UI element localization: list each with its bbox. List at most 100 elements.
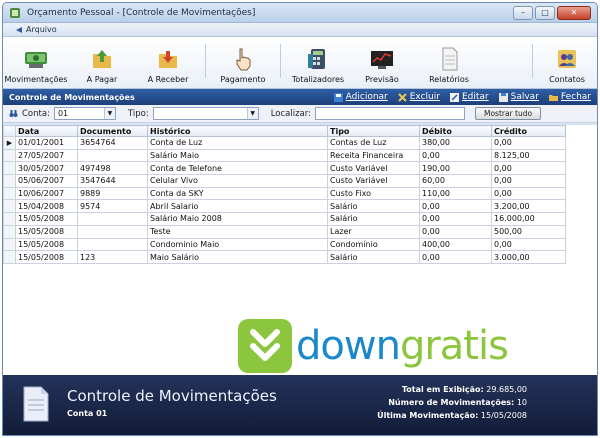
- close-button[interactable]: ✕: [557, 5, 591, 20]
- toolbar-a-pagar-button[interactable]: A Pagar: [69, 37, 135, 84]
- menu-arquivo[interactable]: Arquivo: [11, 25, 61, 34]
- col-tipo-header[interactable]: Tipo: [327, 125, 420, 137]
- table-cell[interactable]: 9574: [77, 199, 148, 214]
- table-cell[interactable]: 15/05/2008: [15, 237, 78, 252]
- col-documento-header[interactable]: Documento: [77, 125, 148, 137]
- table-row[interactable]: 15/05/2008 Teste Lazer 0,00 500,00: [3, 224, 566, 239]
- conta-select[interactable]: 01 ▼: [53, 107, 116, 120]
- table-cell[interactable]: Contas de Luz: [327, 136, 420, 150]
- table-cell[interactable]: 30/05/2007: [15, 161, 78, 176]
- table-cell[interactable]: 0,00: [491, 161, 566, 176]
- table-cell[interactable]: 380,00: [419, 136, 492, 150]
- title-bar[interactable]: Orçamento Pessoal - [Controle de Movimen…: [3, 3, 597, 23]
- table-row[interactable]: 15/05/2008 Condominio Maio Condomínio 400,0…: [3, 237, 566, 252]
- table-cell[interactable]: 15/04/2008: [15, 199, 78, 214]
- tipo-select[interactable]: ▼: [152, 107, 259, 120]
- table-cell[interactable]: 497498: [77, 161, 148, 176]
- row-selector[interactable]: ▶: [3, 136, 16, 150]
- table-cell[interactable]: 15/05/2008: [15, 250, 78, 264]
- table-cell[interactable]: Salário: [327, 212, 420, 226]
- table-cell[interactable]: Conta de Telefone: [147, 161, 328, 176]
- table-cell[interactable]: 16.000,00: [491, 212, 566, 226]
- toolbar-pagamento-button[interactable]: Pagamento: [210, 37, 276, 84]
- row-selector[interactable]: [3, 148, 16, 163]
- add-button[interactable]: Adicionar: [333, 92, 388, 102]
- table-cell[interactable]: [77, 148, 148, 163]
- table-cell[interactable]: 400,00: [419, 237, 492, 252]
- table-cell[interactable]: [77, 237, 148, 252]
- table-cell[interactable]: 0,00: [419, 224, 492, 239]
- table-cell[interactable]: Custo Fixo: [327, 186, 420, 201]
- table-cell[interactable]: 500,00: [491, 224, 566, 239]
- table-cell[interactable]: Abril Salario: [147, 199, 328, 214]
- show-all-button[interactable]: Mostrar tudo: [474, 107, 542, 120]
- table-row[interactable]: 05/06/2007 3547644 Celular Vivo Custo Variá…: [3, 174, 566, 188]
- table-cell[interactable]: Salário Maio: [147, 148, 328, 163]
- table-row[interactable]: 27/05/2007 Salário Maio Receita Financeira…: [3, 148, 566, 163]
- table-cell[interactable]: Custo Variável: [327, 161, 420, 176]
- row-selector[interactable]: [3, 250, 16, 264]
- table-cell[interactable]: Salário: [327, 250, 420, 264]
- table-cell[interactable]: Lazer: [327, 224, 420, 239]
- table-cell[interactable]: 8.125,00: [491, 148, 566, 163]
- table-cell[interactable]: 05/06/2007: [15, 174, 78, 188]
- table-cell[interactable]: [77, 212, 148, 226]
- table-cell[interactable]: Maio Salário: [147, 250, 328, 264]
- table-cell[interactable]: 3547644: [77, 174, 148, 188]
- table-cell[interactable]: 9889: [77, 186, 148, 201]
- table-cell[interactable]: Salário Maio 2008: [147, 212, 328, 226]
- table-cell[interactable]: Condominio Maio: [147, 237, 328, 252]
- col-data-header[interactable]: Data: [15, 125, 78, 137]
- table-cell[interactable]: 27/05/2007: [15, 148, 78, 163]
- table-row[interactable]: 15/05/2008 123 Maio Salário Salário 0,00 3.00…: [3, 250, 566, 264]
- toolbar-totalizadores-button[interactable]: Totalizadores: [285, 37, 351, 84]
- table-row[interactable]: 15/04/2008 9574 Abril Salario Salário 0,00 3.…: [3, 199, 566, 214]
- table-row[interactable]: 30/05/2007 497498 Conta de Telefone Custo V…: [3, 161, 566, 176]
- table-cell[interactable]: 0,00: [491, 174, 566, 188]
- row-selector[interactable]: [3, 174, 16, 188]
- table-cell[interactable]: Conta de Luz: [147, 136, 328, 150]
- table-cell[interactable]: 0,00: [419, 148, 492, 163]
- table-cell[interactable]: [77, 224, 148, 239]
- table-cell[interactable]: Custo Variável: [327, 174, 420, 188]
- table-cell[interactable]: Salário: [327, 199, 420, 214]
- table-cell[interactable]: 10/06/2007: [15, 186, 78, 201]
- table-cell[interactable]: 110,00: [419, 186, 492, 201]
- table-cell[interactable]: 0,00: [419, 212, 492, 226]
- row-selector[interactable]: [3, 212, 16, 226]
- table-cell[interactable]: 0,00: [491, 186, 566, 201]
- table-cell[interactable]: Condomínio: [327, 237, 420, 252]
- save-button[interactable]: Salvar: [498, 92, 539, 102]
- table-cell[interactable]: 123: [77, 250, 148, 264]
- col-credito-header[interactable]: Crédito: [491, 125, 566, 137]
- table-row[interactable]: 10/06/2007 9889 Conta da SKY Custo Fixo 110,…: [3, 186, 566, 201]
- row-selector[interactable]: [3, 199, 16, 214]
- close-section-button[interactable]: Fechar: [548, 92, 591, 102]
- toolbar-movimentacoes-button[interactable]: Movimentações: [3, 37, 69, 84]
- table-cell[interactable]: Conta da SKY: [147, 186, 328, 201]
- table-cell[interactable]: 3.000,00: [491, 250, 566, 264]
- table-row[interactable]: 15/05/2008 Salário Maio 2008 Salário 0,00 16…: [3, 212, 566, 226]
- minimize-button[interactable]: –: [513, 5, 533, 20]
- table-cell[interactable]: 60,00: [419, 174, 492, 188]
- table-cell[interactable]: 190,00: [419, 161, 492, 176]
- col-historico-header[interactable]: Histórico: [147, 125, 328, 137]
- maximize-button[interactable]: □: [535, 5, 555, 20]
- toolbar-contatos-button[interactable]: Contatos: [537, 37, 597, 84]
- toolbar-relatorios-button[interactable]: Relatórios: [413, 37, 485, 84]
- table-cell[interactable]: 0,00: [419, 199, 492, 214]
- row-selector[interactable]: [3, 224, 16, 239]
- chevron-down-icon[interactable]: ▼: [246, 108, 258, 119]
- toolbar-previsao-button[interactable]: Previsão: [351, 37, 413, 84]
- row-selector[interactable]: [3, 237, 16, 252]
- table-cell[interactable]: 15/05/2008: [15, 212, 78, 226]
- table-cell[interactable]: 0,00: [491, 136, 566, 150]
- table-cell[interactable]: 3.200,00: [491, 199, 566, 214]
- chevron-down-icon[interactable]: ▼: [103, 108, 115, 119]
- table-cell[interactable]: Teste: [147, 224, 328, 239]
- row-selector[interactable]: [3, 186, 16, 201]
- delete-button[interactable]: Excluir: [398, 92, 440, 102]
- table-cell[interactable]: Receita Financeira: [327, 148, 420, 163]
- table-cell[interactable]: 15/05/2008: [15, 224, 78, 239]
- localizar-input[interactable]: [314, 107, 465, 120]
